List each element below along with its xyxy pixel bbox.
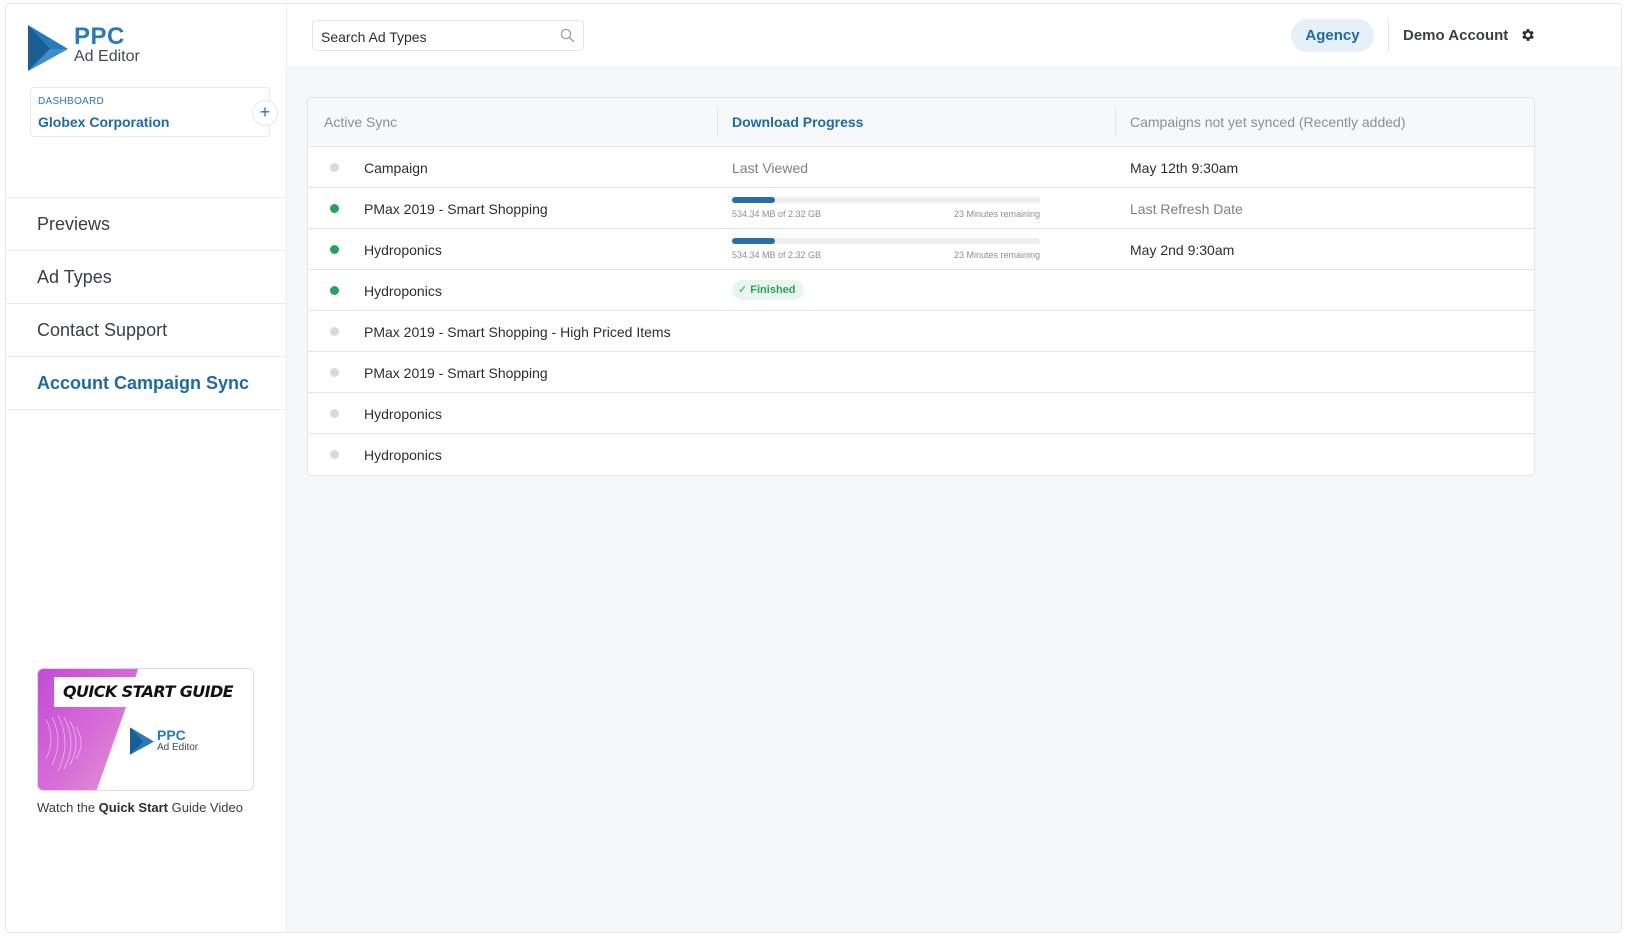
topbar-divider <box>1388 19 1389 52</box>
dashboard-card[interactable]: DASHBOARD Globex Corporation <box>30 87 270 137</box>
progress-remaining: 23 Minutes remaining <box>953 209 1040 219</box>
header-separator <box>1115 108 1116 136</box>
status-badge: ✓ Finished <box>732 280 804 300</box>
progress-amount: 534.34 MB of 2.32 GB <box>732 250 822 260</box>
campaign-name: Campaign <box>364 160 428 176</box>
dashboard-label: DASHBOARD <box>38 96 105 107</box>
status-dot <box>330 327 339 336</box>
table-row[interactable]: Hydroponics ✓ Finished <box>308 270 1534 311</box>
campaign-name: Hydroponics <box>364 242 442 258</box>
caption-bold: Quick Start <box>98 800 169 815</box>
add-organization-button[interactable]: + <box>252 100 278 126</box>
status-dot <box>330 163 339 172</box>
progress-remaining: 23 Minutes remaining <box>953 250 1040 260</box>
sync-date: May 2nd 9:30am <box>1130 242 1235 258</box>
status-dot <box>330 245 339 254</box>
app-logo[interactable]: PPC Ad Editor <box>28 22 228 74</box>
status-dot <box>330 368 339 377</box>
sidebar-item-contact-support[interactable]: Contact Support <box>6 304 286 357</box>
progress-fill <box>732 238 776 244</box>
search-input[interactable]: Search Ad Types <box>312 20 584 51</box>
table-row[interactable]: Hydroponics 534.34 MB of 2.32 GB 23 Minu… <box>308 229 1534 270</box>
header-active-sync[interactable]: Active Sync <box>324 114 397 130</box>
quick-start-caption[interactable]: Watch the Quick Start Guide Video <box>37 800 243 815</box>
header-not-synced[interactable]: Campaigns not yet synced (Recently added… <box>1130 114 1405 130</box>
sidebar: PPC Ad Editor DASHBOARD Globex Corporati… <box>6 4 287 932</box>
logo-title: PPC <box>74 23 125 50</box>
progress-track <box>732 238 1040 244</box>
status-dot <box>330 286 339 295</box>
topbar: Search Ad Types Agency Demo Account <box>287 4 1621 68</box>
table-row[interactable]: PMax 2019 - Smart Shopping 534.34 MB of … <box>308 188 1534 229</box>
campaign-name: Hydroponics <box>364 283 442 299</box>
header-separator <box>717 108 718 136</box>
progress-amount: 534.34 MB of 2.32 GB <box>732 209 822 219</box>
campaign-name: PMax 2019 - Smart Shopping - High Priced… <box>364 324 671 340</box>
plus-icon: + <box>259 102 271 122</box>
header-download-progress[interactable]: Download Progress <box>732 114 863 130</box>
logo-subtitle: Ad Editor <box>74 48 140 65</box>
gear-icon[interactable] <box>1520 27 1536 43</box>
table-row[interactable]: Hydroponics <box>308 393 1534 434</box>
app-window: PPC Ad Editor DASHBOARD Globex Corporati… <box>5 3 1622 933</box>
progress-fill <box>732 197 776 203</box>
logo-mark-icon <box>28 25 68 71</box>
organization-name: Globex Corporation <box>38 114 170 130</box>
table-row[interactable]: Hydroponics <box>308 434 1534 475</box>
thumb-logo-subtitle: Ad Editor <box>157 742 199 753</box>
quick-start-video-thumbnail[interactable]: QUICK START GUIDE PPC Ad Editor <box>37 668 254 791</box>
caption-suffix: Guide Video <box>168 800 243 815</box>
table-row[interactable]: Campaign Last Viewed May 12th 9:30am <box>308 147 1534 188</box>
campaign-name: Hydroponics <box>364 406 442 422</box>
sidebar-item-ad-types[interactable]: Ad Types <box>6 251 286 304</box>
sidebar-nav: Previews Ad Types Contact Support Accoun… <box>6 197 286 410</box>
status-dot <box>330 450 339 459</box>
agency-button[interactable]: Agency <box>1291 19 1374 52</box>
progress-text: Last Viewed <box>732 160 809 176</box>
campaign-name: PMax 2019 - Smart Shopping <box>364 201 548 217</box>
sync-date: Last Refresh Date <box>1130 201 1243 217</box>
table-row[interactable]: PMax 2019 - Smart Shopping <box>308 352 1534 393</box>
campaign-sync-table: Active Sync Download Progress Campaigns … <box>307 97 1535 476</box>
sync-date: May 12th 9:30am <box>1130 160 1239 176</box>
status-dot <box>330 409 339 418</box>
search-placeholder: Search Ad Types <box>321 29 427 45</box>
table-header: Active Sync Download Progress Campaigns … <box>308 98 1534 147</box>
progress-track <box>732 197 1040 203</box>
quick-start-thumb-title: QUICK START GUIDE <box>63 682 234 701</box>
sidebar-item-account-campaign-sync[interactable]: Account Campaign Sync <box>6 357 286 410</box>
caption-prefix: Watch the <box>37 800 99 815</box>
status-dot <box>330 204 339 213</box>
campaign-name: Hydroponics <box>364 447 442 463</box>
table-row[interactable]: PMax 2019 - Smart Shopping - High Priced… <box>308 311 1534 352</box>
account-menu[interactable]: Demo Account <box>1403 27 1508 44</box>
sidebar-item-previews[interactable]: Previews <box>6 198 286 251</box>
thumb-logo-mark-icon <box>130 727 154 755</box>
search-icon[interactable] <box>560 28 575 43</box>
check-icon: ✓ <box>738 284 751 296</box>
campaign-name: PMax 2019 - Smart Shopping <box>364 365 548 381</box>
thumb-logo-title: PPC <box>157 727 186 743</box>
badge-label: Finished <box>750 284 796 296</box>
